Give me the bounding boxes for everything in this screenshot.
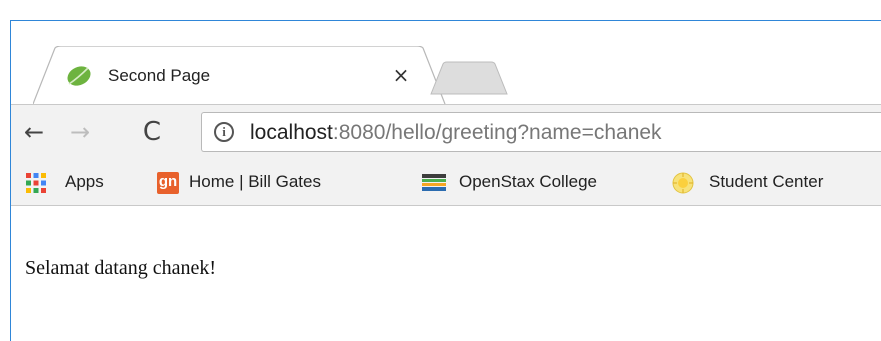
bookmark-label: OpenStax College: [459, 172, 597, 191]
new-tab-button[interactable]: [429, 61, 509, 95]
url-text[interactable]: localhost:8080/hello/greeting?name=chane…: [250, 121, 662, 145]
gn-icon: gn: [157, 172, 179, 194]
bookmark-apps[interactable]: Apps: [21, 171, 151, 195]
bookmark-student-center[interactable]: Student Center: [661, 171, 881, 195]
close-icon[interactable]: ×: [388, 62, 414, 88]
bookmark-home-bill-gates[interactable]: gn Home | Bill Gates: [157, 171, 407, 195]
apps-grid-icon: [26, 173, 46, 193]
previous-text-fragment: [0, 0, 881, 18]
address-bar[interactable]: i localhost:8080/hello/greeting?name=cha…: [201, 112, 881, 152]
reload-icon[interactable]: C: [137, 117, 167, 147]
bookmark-label: Student Center: [709, 172, 824, 191]
bookmark-openstax-college[interactable]: OpenStax College: [411, 171, 661, 195]
info-icon[interactable]: i: [214, 122, 234, 142]
tab-second-page[interactable]: Second Page ×: [33, 46, 446, 105]
browser-window: Second Page × ← → C i localhost:8080/hel…: [10, 20, 881, 341]
page-greeting: Selamat datang chanek!: [25, 257, 217, 279]
tab-title: Second Page: [108, 66, 211, 85]
sun-seal-icon: [672, 172, 694, 194]
url-host: localhost: [250, 121, 333, 144]
bookmarks-bar: Apps gn Home | Bill Gates OpenStax Colle…: [11, 159, 881, 206]
back-arrow-icon[interactable]: ←: [19, 117, 49, 147]
spring-leaf-icon: [66, 64, 92, 88]
browser-toolbar: ← → C i localhost:8080/hello/greeting?na…: [11, 104, 881, 159]
bookmark-label: Home | Bill Gates: [189, 172, 321, 191]
books-stack-icon: [422, 174, 446, 191]
forward-arrow-icon[interactable]: →: [65, 117, 95, 147]
bookmark-label: Apps: [65, 172, 104, 191]
url-path: :8080/hello/greeting?name=chanek: [332, 121, 662, 144]
